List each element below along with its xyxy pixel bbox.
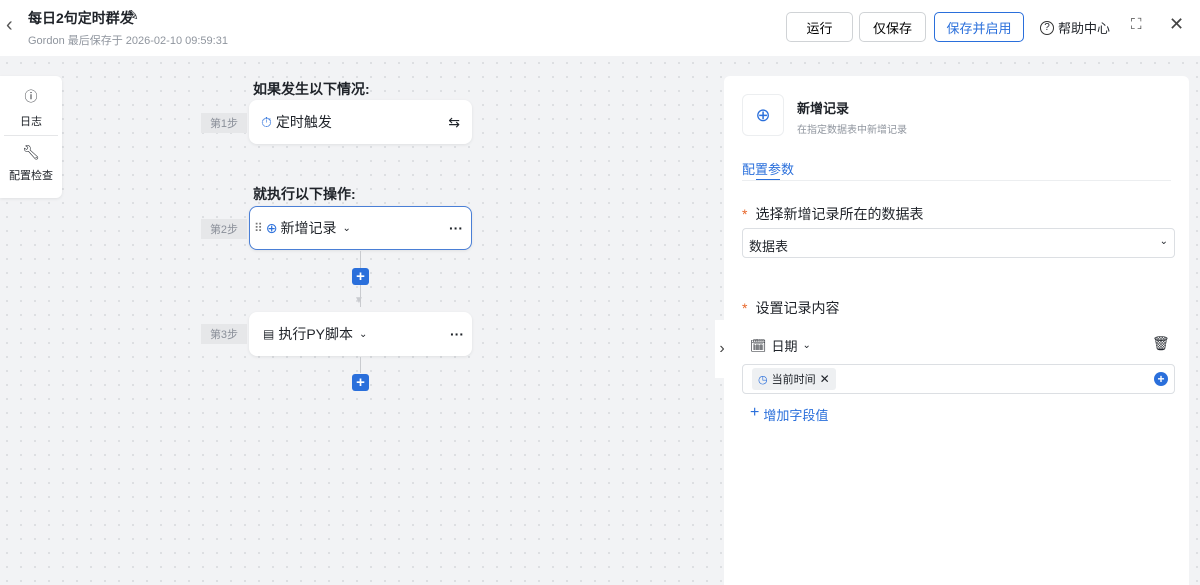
- action-card-python[interactable]: ▤ 执行PY脚本 ⌄ ···: [249, 312, 472, 356]
- calendar-icon: 🗓︎: [750, 337, 767, 353]
- step-label: 第3步: [201, 324, 247, 344]
- save-only-button[interactable]: 仅保存: [859, 12, 926, 42]
- table-select-value: 数据表: [749, 239, 789, 254]
- table-label: * 选择新增记录所在的数据表: [742, 206, 924, 222]
- trigger-label: 定时触发: [275, 114, 332, 130]
- action-card-add-record[interactable]: ⠿ ⊕ 新增记录 ⌄ ···: [249, 206, 472, 250]
- add-step-button[interactable]: +: [352, 374, 369, 391]
- close-icon[interactable]: ✕: [1169, 14, 1184, 35]
- step-label: 第2步: [201, 219, 247, 239]
- action-label: 新增记录: [280, 220, 337, 236]
- save-status: Gordon 最后保存于 2026-02-10 09:59:31: [28, 35, 228, 47]
- action-heading: 就执行以下操作:: [253, 186, 356, 202]
- chevron-down-icon[interactable]: ⌄: [343, 223, 351, 234]
- panel-title: 新增记录: [797, 101, 850, 116]
- table-select[interactable]: 数据表 ⌄: [742, 228, 1175, 258]
- panel-description: 在指定数据表中新增记录: [797, 125, 907, 136]
- timer-icon: ⏱︎: [261, 113, 272, 130]
- arrow-down-icon: ▼: [354, 295, 364, 306]
- chevron-down-icon[interactable]: ⌄: [359, 329, 367, 340]
- value-tag-label: 当前时间: [771, 374, 816, 386]
- log-button[interactable]: ⓘ 日志: [4, 76, 58, 136]
- field-value-input[interactable]: ◷ 当前时间 ✕ +: [742, 364, 1175, 394]
- script-icon: ▤: [263, 327, 275, 341]
- page-title: 每日2句定时群发: [28, 10, 134, 26]
- add-field-label: 增加字段值: [763, 408, 829, 423]
- help-center-link[interactable]: ? 帮助中心: [1040, 18, 1110, 37]
- run-button[interactable]: 运行: [786, 12, 853, 42]
- add-step-button[interactable]: +: [352, 268, 369, 285]
- more-icon[interactable]: ···: [450, 326, 464, 342]
- plus-circle-icon: ⊕: [265, 219, 278, 236]
- trash-icon[interactable]: 🗑︎: [1152, 335, 1170, 352]
- back-icon[interactable]: ‹: [6, 14, 13, 37]
- clock-icon: ◷: [758, 373, 768, 386]
- trigger-heading: 如果发生以下情况:: [253, 81, 370, 97]
- plus-circle-icon: ⊕: [742, 94, 784, 136]
- info-icon: ⓘ: [24, 89, 38, 104]
- wrench-icon: 🔧︎: [22, 144, 40, 160]
- add-value-icon[interactable]: +: [1154, 372, 1168, 386]
- value-tag: ◷ 当前时间 ✕: [752, 368, 836, 390]
- field-name: 日期: [771, 339, 798, 354]
- field-selector[interactable]: 🗓︎ 日期 ⌄: [750, 336, 811, 355]
- step-label: 第1步: [201, 113, 247, 133]
- plus-icon: +: [750, 404, 760, 421]
- config-check-button[interactable]: 🔧︎ 配置检查: [0, 136, 62, 183]
- drag-handle-icon[interactable]: ⠿: [254, 221, 263, 235]
- config-panel: ⊕ 新增记录 在指定数据表中新增记录 配置参数 * 选择新增记录所在的数据表 数据…: [724, 76, 1189, 585]
- side-toolbar: ⓘ 日志 🔧︎ 配置检查: [0, 76, 62, 198]
- log-label: 日志: [20, 116, 42, 128]
- chevron-down-icon: ⌄: [1159, 236, 1168, 247]
- action-label: 执行PY脚本: [278, 326, 354, 342]
- save-enable-button[interactable]: 保存并启用: [934, 12, 1024, 42]
- config-check-label: 配置检查: [9, 170, 53, 182]
- trigger-card[interactable]: ⏱︎ 定时触发 ⇆: [249, 100, 472, 144]
- table-label-text: 选择新增记录所在的数据表: [755, 206, 924, 222]
- edit-icon[interactable]: ✎: [127, 7, 139, 24]
- help-label: 帮助中心: [1058, 21, 1111, 36]
- tab-config-params[interactable]: 配置参数: [742, 159, 794, 178]
- header: ‹ 每日2句定时群发 ✎ Gordon 最后保存于 2026-02-10 09:…: [0, 0, 1200, 56]
- content-label: * 设置记录内容: [742, 300, 840, 316]
- switch-icon[interactable]: ⇆: [448, 114, 460, 131]
- remove-tag-icon[interactable]: ✕: [820, 372, 830, 386]
- more-icon[interactable]: ···: [449, 220, 463, 236]
- chevron-down-icon: ⌄: [802, 340, 811, 351]
- help-icon: ?: [1040, 20, 1054, 35]
- connector-line: [360, 357, 361, 373]
- content-label-text: 设置记录内容: [755, 300, 840, 316]
- divider: [742, 180, 1171, 181]
- add-field-button[interactable]: + 增加字段值: [750, 405, 828, 424]
- fullscreen-icon[interactable]: ⛶: [1131, 16, 1142, 33]
